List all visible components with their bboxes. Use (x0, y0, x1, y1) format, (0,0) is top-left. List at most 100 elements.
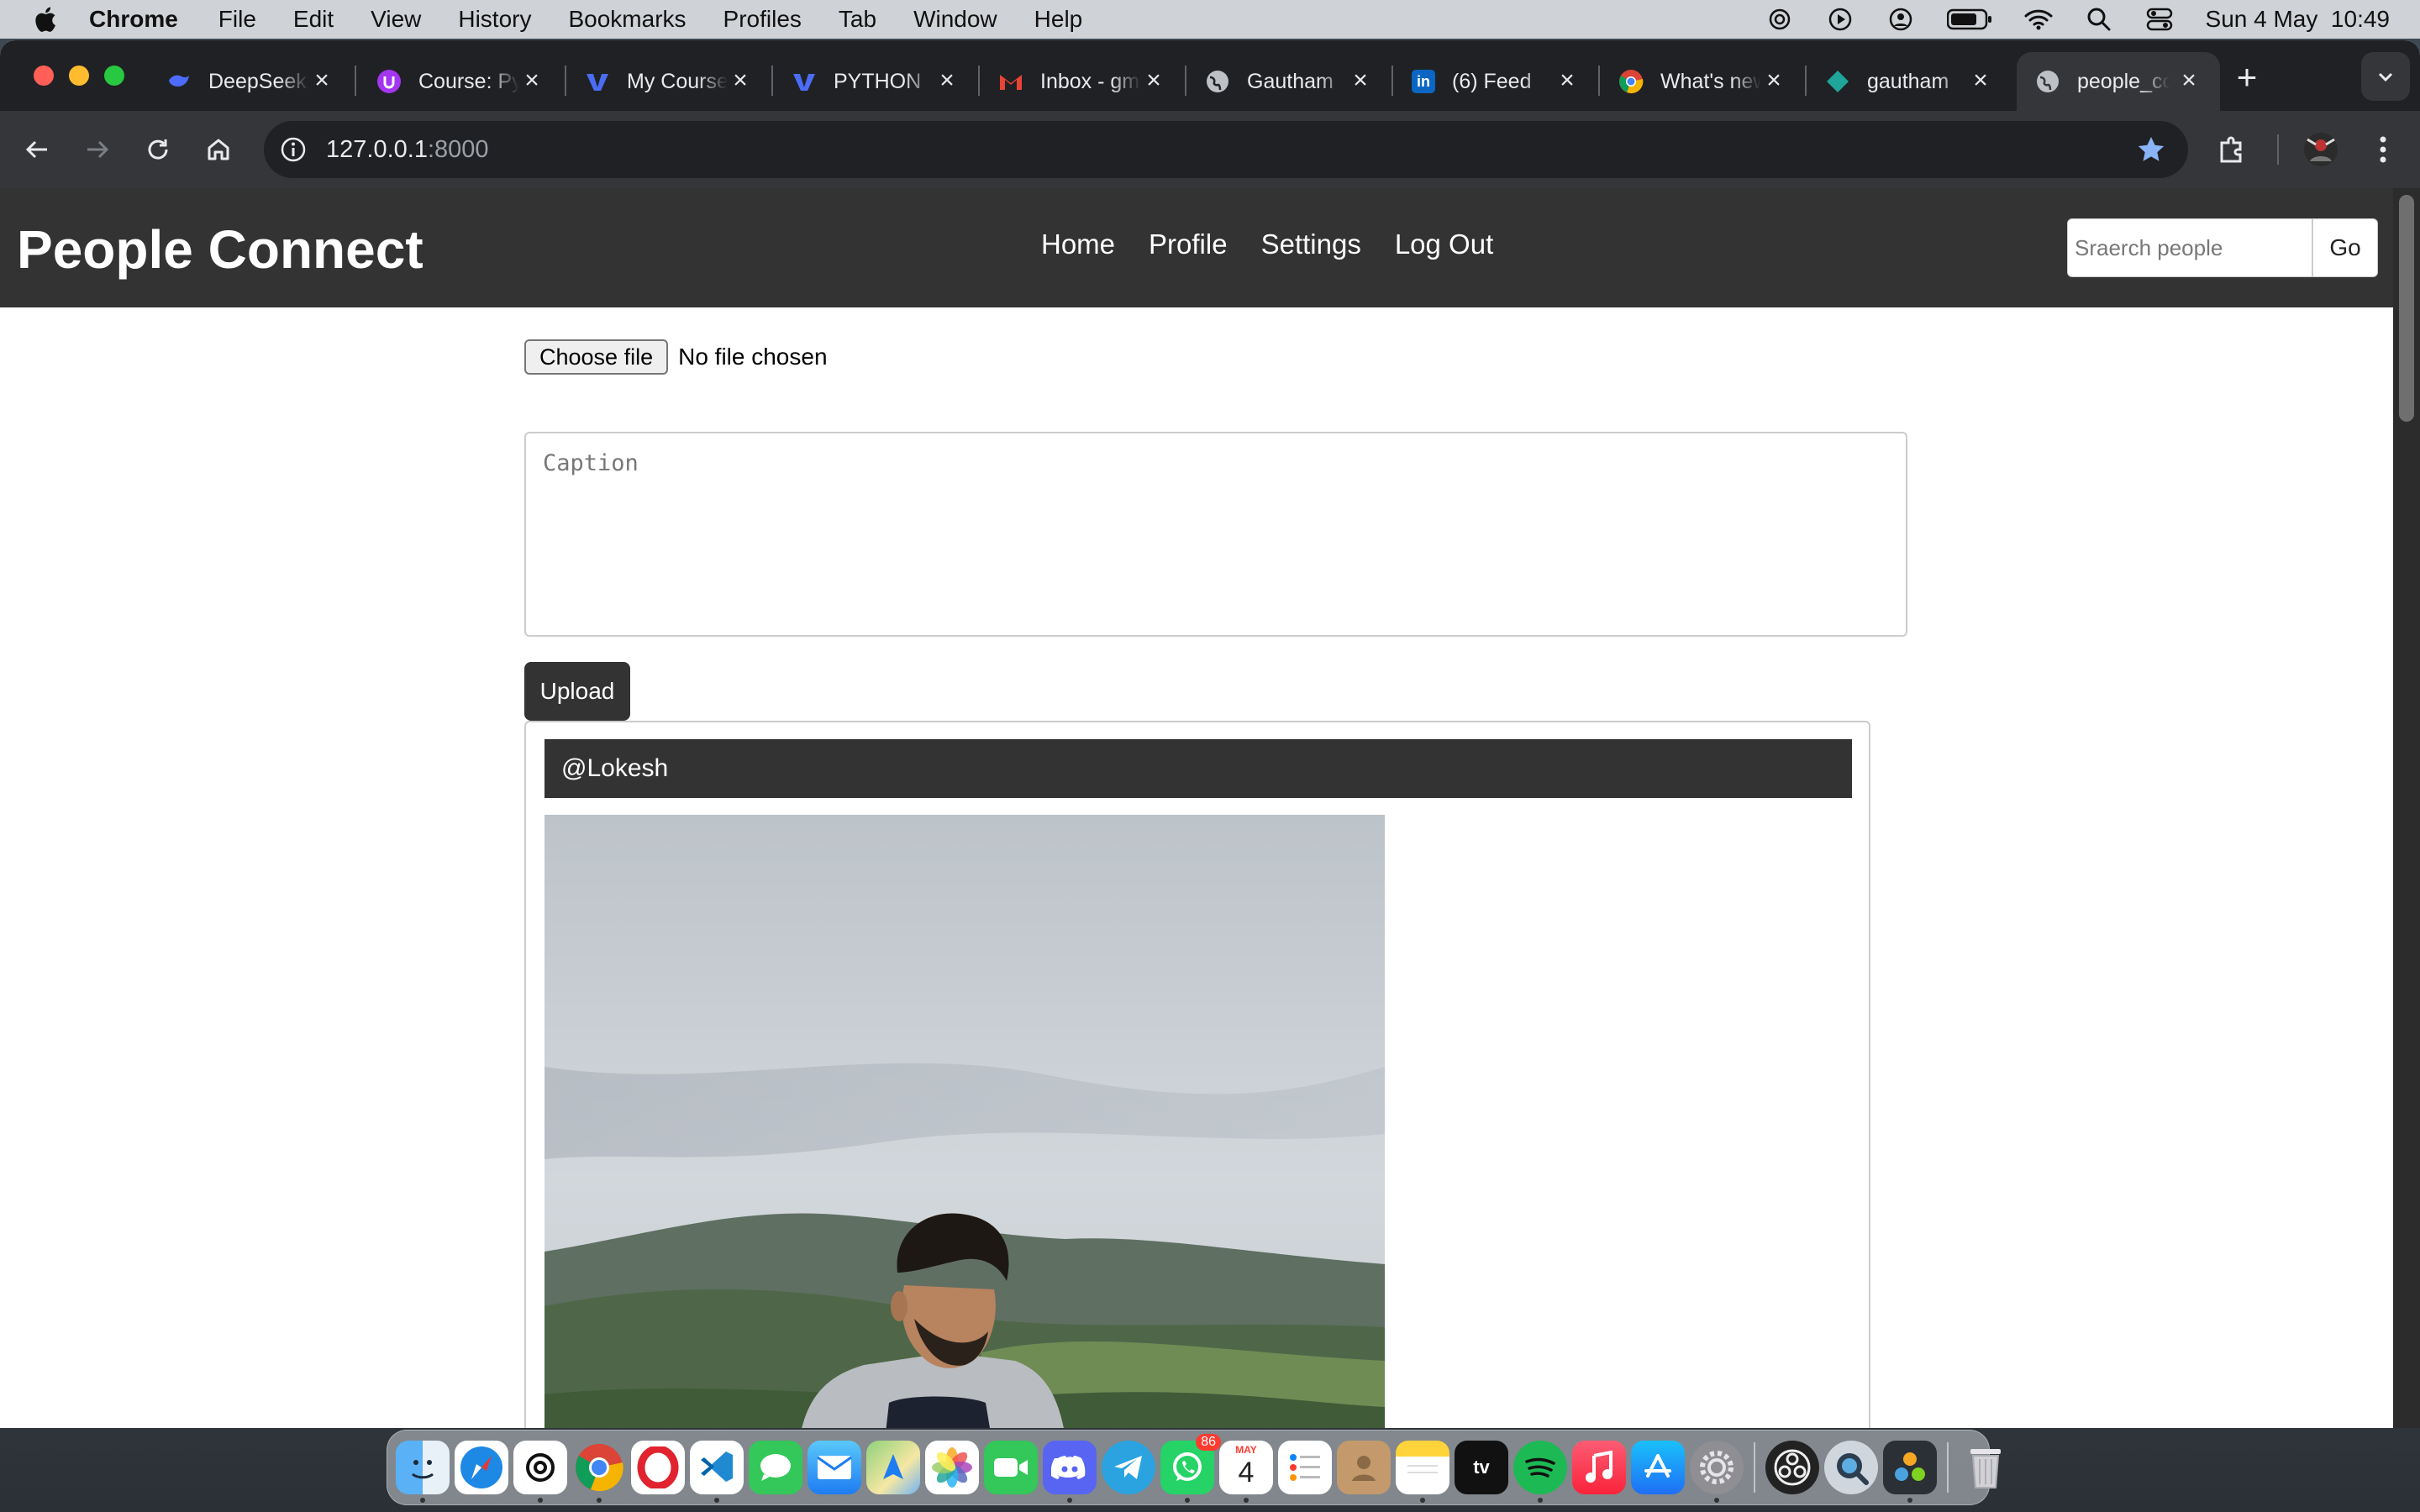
tab-course[interactable]: Course: Python × (376, 52, 544, 111)
spotlight-search-icon[interactable] (2085, 5, 2113, 34)
nav-profile-link[interactable]: Profile (1149, 228, 1228, 260)
menubar-clock[interactable]: Sun 4 May 10:49 (2206, 6, 2390, 33)
tab-close-icon[interactable]: × (519, 68, 544, 94)
opera-icon[interactable] (631, 1441, 685, 1494)
choose-file-button[interactable]: Choose file (524, 339, 669, 375)
extensions-icon[interactable] (2212, 129, 2252, 170)
play-status-icon[interactable] (1826, 5, 1854, 34)
site-info-icon[interactable] (279, 135, 308, 164)
tab-gautham[interactable]: Gautham × (1205, 52, 1373, 111)
home-button[interactable] (198, 129, 239, 170)
tab-close-icon[interactable]: × (2176, 68, 2202, 94)
page-scrollbar[interactable] (2393, 188, 2420, 1428)
tab-gmail[interactable]: Inbox - gmail × (998, 52, 1166, 111)
obs-icon[interactable] (1765, 1441, 1819, 1494)
menu-file[interactable]: File (218, 6, 256, 33)
upload-button[interactable]: Upload (524, 662, 630, 721)
new-tab-button[interactable]: + (2228, 60, 2265, 97)
menu-history[interactable]: History (458, 6, 531, 33)
forward-button[interactable] (77, 129, 118, 170)
calendar-icon[interactable]: MAY 4 (1219, 1441, 1273, 1503)
vscode-icon[interactable] (690, 1441, 744, 1503)
close-window-button[interactable] (34, 66, 54, 86)
nav-logout-link[interactable]: Log Out (1395, 228, 1493, 260)
menu-bookmarks[interactable]: Bookmarks (568, 6, 686, 33)
reload-button[interactable] (138, 129, 178, 170)
caption-textarea[interactable] (524, 432, 1907, 637)
discord-icon[interactable] (1043, 1441, 1097, 1503)
back-button[interactable] (17, 129, 57, 170)
menu-window[interactable]: Window (913, 6, 997, 33)
profile-avatar[interactable] (2301, 129, 2341, 170)
tab-gautham-site[interactable]: gautham × (1825, 52, 1993, 111)
reminders-icon[interactable] (1278, 1441, 1332, 1494)
site-nav-links: Home Profile Settings Log Out (1041, 228, 1493, 260)
whatsapp-icon[interactable]: 86 (1160, 1434, 1221, 1503)
tab-my-courses[interactable]: My Courses × (585, 52, 753, 111)
app-store-icon[interactable] (1631, 1441, 1685, 1494)
menu-tab[interactable]: Tab (839, 6, 876, 33)
macos-dock: 86 MAY 4 tv (387, 1430, 2001, 1505)
music-icon[interactable] (1572, 1441, 1626, 1494)
nav-settings-link[interactable]: Settings (1261, 228, 1361, 260)
tab-close-icon[interactable]: × (309, 68, 334, 94)
people-search-input[interactable] (2067, 218, 2312, 277)
menu-view[interactable]: View (371, 6, 421, 33)
tab-close-icon[interactable]: × (1761, 68, 1786, 94)
menu-help[interactable]: Help (1034, 6, 1083, 33)
system-settings-icon[interactable] (1690, 1441, 1744, 1503)
tab-deepseek[interactable]: DeepSeek × (166, 52, 334, 111)
wifi-icon[interactable] (2024, 5, 2053, 34)
chrome-menu-icon[interactable] (2363, 129, 2403, 170)
tab-close-icon[interactable]: × (934, 68, 960, 94)
tab-linkedin[interactable]: in (6) Feed × (1412, 52, 1580, 111)
url-text[interactable]: 127.0.0.1:8000 (326, 136, 489, 164)
spotify-icon[interactable] (1513, 1441, 1567, 1503)
chatgpt-status-icon[interactable] (1765, 5, 1794, 34)
messages-icon[interactable] (749, 1441, 802, 1494)
tab-whats-new[interactable]: What's new × (1618, 52, 1786, 111)
control-center-icon[interactable] (2145, 5, 2174, 34)
tab-close-icon[interactable]: × (1555, 68, 1580, 94)
finder-icon[interactable] (396, 1441, 450, 1503)
maps-icon[interactable] (866, 1441, 920, 1494)
user-status-icon[interactable] (1886, 5, 1915, 34)
zoom-window-button[interactable] (104, 66, 124, 86)
menu-edit[interactable]: Edit (293, 6, 334, 33)
scrollbar-thumb[interactable] (2399, 195, 2414, 422)
tab-python[interactable]: PYTHON × (792, 52, 960, 111)
menubar-app-name[interactable]: Chrome (89, 6, 178, 33)
minimize-window-button[interactable] (69, 66, 89, 86)
nav-home-link[interactable]: Home (1041, 228, 1115, 260)
apple-logo-icon[interactable] (32, 5, 57, 34)
apple-tv-icon[interactable]: tv (1455, 1441, 1508, 1494)
chrome-dock-icon[interactable] (572, 1441, 626, 1503)
mail-icon[interactable] (808, 1441, 861, 1494)
search-go-button[interactable]: Go (2312, 218, 2378, 277)
chatgpt-icon[interactable] (513, 1441, 567, 1503)
chrome-icon (1618, 69, 1644, 94)
tab-close-icon[interactable]: × (1968, 68, 1993, 94)
telegram-icon[interactable] (1102, 1441, 1155, 1494)
contacts-icon[interactable] (1337, 1441, 1391, 1494)
notes-icon[interactable] (1396, 1441, 1449, 1503)
safari-icon[interactable] (455, 1441, 508, 1494)
post-username[interactable]: @Lokesh (544, 739, 1852, 798)
address-bar[interactable]: 127.0.0.1:8000 (264, 121, 2188, 178)
tab-people-connect[interactable]: people_connect × (2017, 52, 2220, 111)
tab-search-button[interactable] (2361, 52, 2410, 101)
tab-separator (1392, 66, 1393, 96)
tab-close-icon[interactable]: × (1348, 68, 1373, 94)
menu-profiles[interactable]: Profiles (723, 6, 802, 33)
photos-icon[interactable] (925, 1441, 979, 1494)
battery-icon[interactable] (1946, 5, 1992, 34)
quicktime-icon[interactable] (1824, 1441, 1878, 1494)
bookmark-star-icon[interactable] (2136, 134, 2166, 165)
site-brand[interactable]: People Connect (17, 218, 424, 281)
davinci-resolve-icon[interactable] (1883, 1441, 1937, 1503)
tab-close-icon[interactable]: × (728, 68, 753, 94)
tab-title: (6) Feed (1452, 69, 1532, 93)
facetime-icon[interactable] (984, 1441, 1038, 1494)
trash-icon[interactable] (1959, 1441, 2012, 1494)
tab-close-icon[interactable]: × (1141, 68, 1166, 94)
